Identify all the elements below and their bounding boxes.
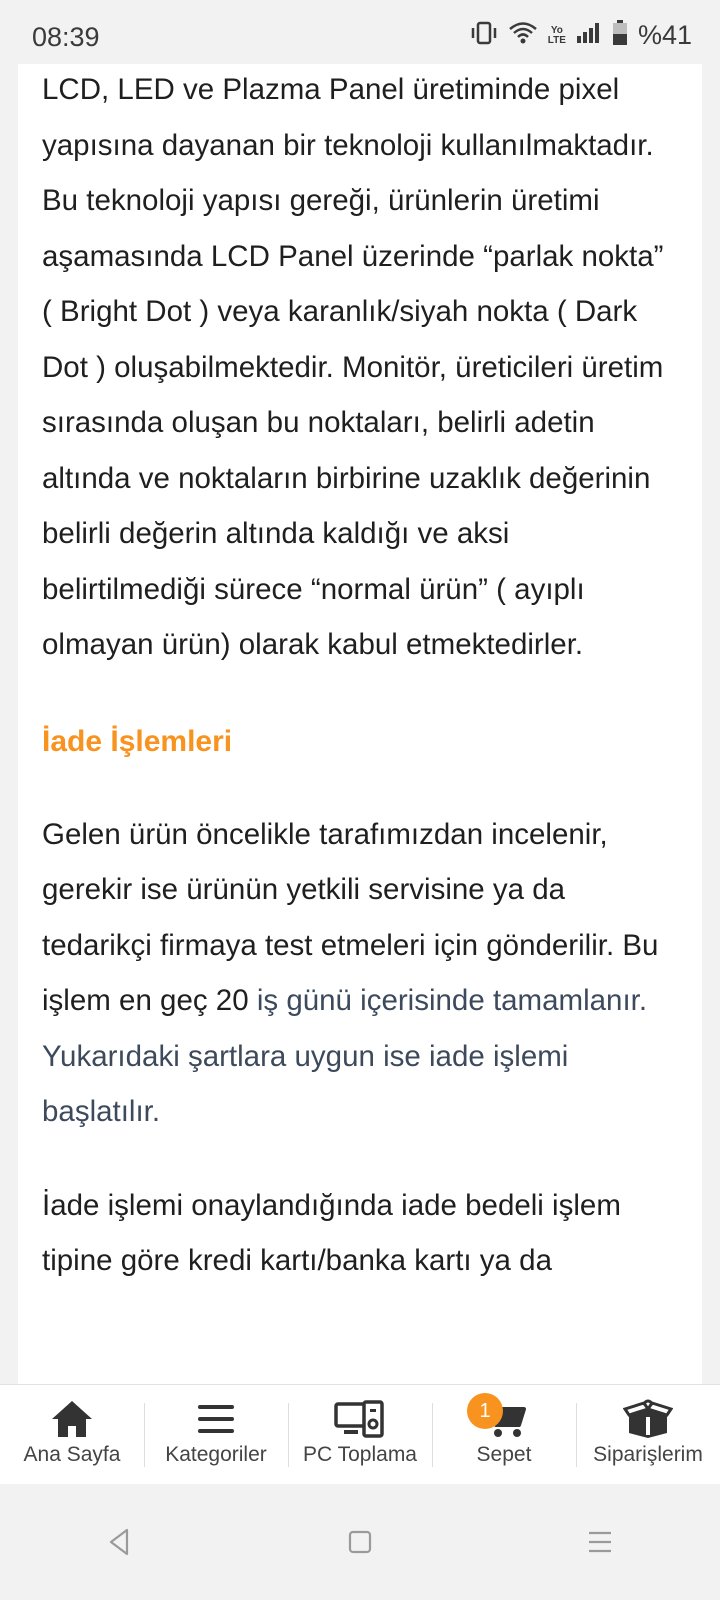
- cart-icon: 1: [467, 1393, 527, 1439]
- nav-label: Kategoriler: [165, 1443, 267, 1466]
- article-body: LCD, LED ve Plazma Panel üretiminde pixe…: [42, 64, 672, 1289]
- article-paragraph: İade işlemi onaylandığında iade bedeli i…: [42, 1188, 621, 1278]
- article-paragraph: LCD, LED ve Plazma Panel üretiminde pixe…: [42, 73, 664, 661]
- orders-box-icon: [623, 1399, 673, 1439]
- section-title: İade İşlemleri: [42, 724, 233, 758]
- recents-lines-icon: [589, 1531, 611, 1553]
- nav-home[interactable]: Ana Sayfa: [0, 1385, 144, 1485]
- nav-label: PC Toplama: [302, 1443, 417, 1466]
- battery-icon: [612, 20, 628, 51]
- status-icons: Yo LTE %41: [470, 20, 692, 51]
- nav-orders[interactable]: Siparişlerim: [576, 1385, 720, 1485]
- nav-cart[interactable]: 1 Sepet: [432, 1385, 576, 1485]
- pc-build-icon: [334, 1399, 386, 1439]
- volte-icon: Yo LTE: [547, 24, 566, 46]
- home-square-icon: [348, 1530, 372, 1554]
- home-icon: [50, 1399, 94, 1439]
- status-time: 08:39: [32, 22, 100, 52]
- menu-icon: [196, 1399, 236, 1439]
- back-triangle-icon: [109, 1528, 129, 1556]
- wifi-icon: [508, 21, 538, 50]
- system-back-button[interactable]: [80, 1512, 160, 1572]
- bottom-navigation: Ana Sayfa Kategoriler PC Toplama 1 Sepet…: [0, 1384, 720, 1485]
- nav-label: Siparişlerim: [593, 1443, 703, 1466]
- content-card: LCD, LED ve Plazma Panel üretiminde pixe…: [18, 64, 702, 1384]
- nav-pc-build[interactable]: PC Toplama: [288, 1385, 432, 1485]
- vibrate-icon: [470, 21, 498, 50]
- system-home-button[interactable]: [320, 1512, 400, 1572]
- article-paragraph: Gelen ürün öncelikle tarafımızdan incele…: [42, 807, 672, 1140]
- status-bar: 08:39 Yo LTE %41: [0, 0, 720, 64]
- signal-icon: [576, 22, 602, 49]
- system-navigation-bar: [0, 1484, 720, 1600]
- cart-badge: 1: [467, 1393, 503, 1429]
- nav-label: Ana Sayfa: [23, 1443, 121, 1466]
- nav-categories[interactable]: Kategoriler: [144, 1385, 288, 1485]
- system-recents-button[interactable]: [560, 1512, 640, 1572]
- battery-percent: %41: [637, 20, 692, 50]
- nav-label: Sepet: [476, 1443, 532, 1466]
